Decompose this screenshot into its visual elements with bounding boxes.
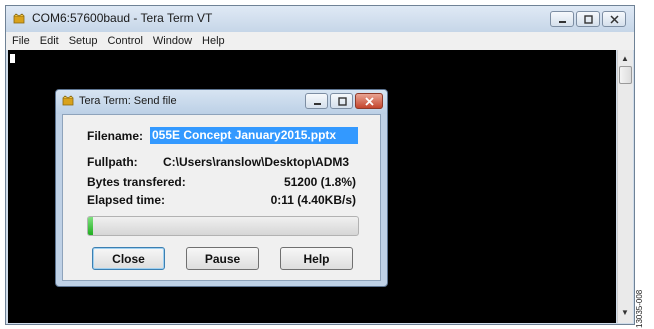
tera-term-icon [62,95,74,106]
elapsed-time-label: Elapsed time: [87,193,166,207]
transfer-progress-bar [87,216,359,236]
menu-control[interactable]: Control [107,35,142,47]
menu-help[interactable]: Help [202,35,225,47]
dialog-maximize-button[interactable] [330,93,353,109]
dialog-minimize-button[interactable] [305,93,328,109]
dialog-close-button[interactable] [355,93,383,109]
scroll-down-icon[interactable]: ▼ [621,308,629,317]
minimize-icon [559,21,566,23]
window-titlebar[interactable]: COM6:57600baud - Tera Term VT [6,6,634,32]
figure-id: 13035-008 [635,289,644,328]
dialog-window-controls [303,93,383,109]
bytes-transfered-value: 51200 (1.8%) [283,175,356,189]
menu-file[interactable]: File [12,35,30,47]
dialog-titlebar[interactable]: Tera Term: Send file [56,90,387,114]
close-button[interactable] [602,11,626,27]
help-button[interactable]: Help [280,247,353,270]
minimize-button[interactable] [550,11,574,27]
fullpath-label: Fullpath: [87,155,138,169]
menu-edit[interactable]: Edit [40,35,59,47]
window-controls [548,11,626,27]
dialog-title: Tera Term: Send file [79,95,177,107]
scroll-thumb[interactable] [619,66,632,84]
close-icon [365,97,374,106]
pause-button[interactable]: Pause [186,247,259,270]
filename-value[interactable]: 055E Concept January2015.pptx [150,127,358,144]
maximize-icon [584,15,593,24]
menu-window[interactable]: Window [153,35,192,47]
scroll-up-icon[interactable]: ▲ [621,54,629,63]
terminal-cursor [10,54,15,63]
filename-label: Filename: [87,129,144,143]
menu-bar: File Edit Setup Control Window Help [6,32,634,50]
dialog-body: Filename: 055E Concept January2015.pptx … [62,114,381,281]
progress-fill [88,217,93,235]
minimize-icon [314,103,321,105]
bytes-transfered-label: Bytes transfered: [87,175,186,189]
fullpath-value: C:\Users\ranslow\Desktop\ADM3 [163,155,350,169]
window-title: COM6:57600baud - Tera Term VT [32,11,213,25]
close-icon [610,15,619,24]
close-dialog-button[interactable]: Close [92,247,165,270]
elapsed-time-value: 0:11 (4.40KB/s) [270,193,356,207]
maximize-icon [338,97,347,106]
send-file-dialog: Tera Term: Send file Filename: 055E Conc… [55,89,388,287]
maximize-button[interactable] [576,11,600,27]
vertical-scrollbar[interactable]: ▲ ▼ [617,50,633,323]
tera-term-icon [13,13,25,24]
menu-setup[interactable]: Setup [69,35,98,47]
